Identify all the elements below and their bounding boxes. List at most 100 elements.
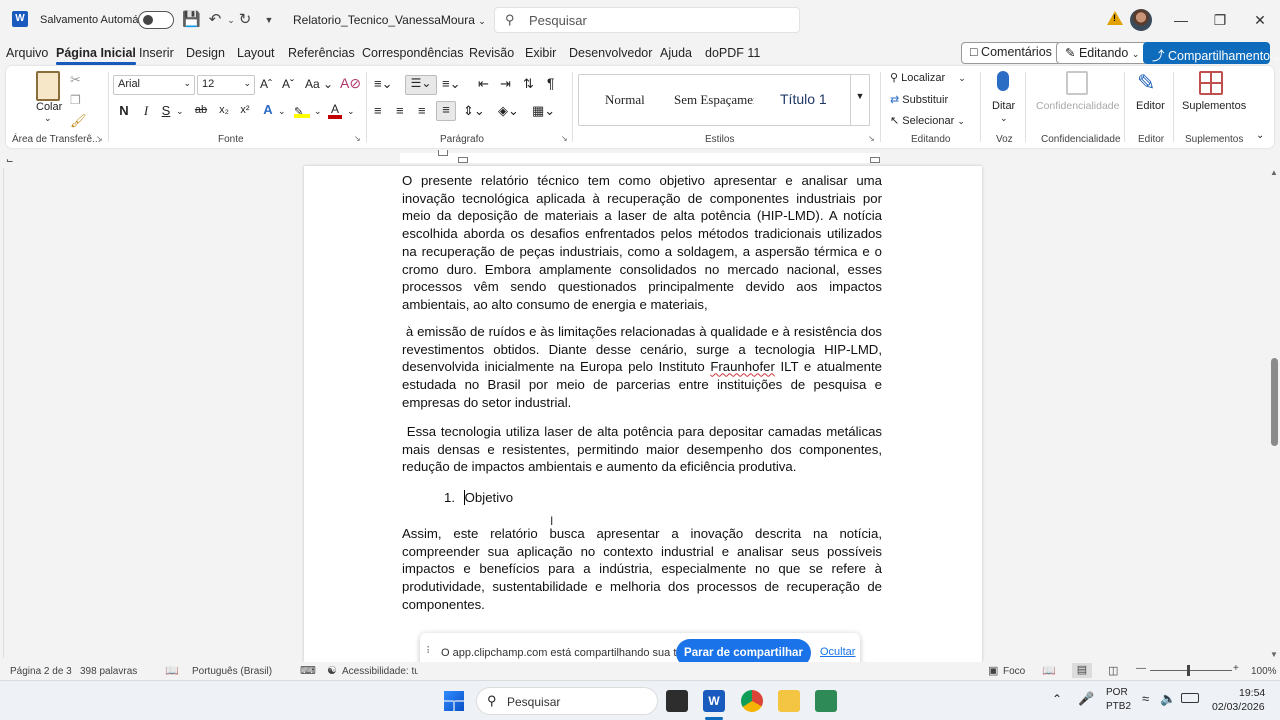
shrink-font-icon[interactable]: Aˇ: [282, 77, 294, 91]
paragraph-2[interactable]: à emissão de ruídos e às limitações rela…: [402, 323, 882, 412]
font-name-select[interactable]: Arial ⌄: [113, 75, 195, 95]
vertical-ruler[interactable]: [3, 168, 15, 658]
dictate-dropdown-icon[interactable]: ⌄: [1000, 113, 1008, 124]
input-language[interactable]: POR: [1106, 687, 1128, 698]
hide-link[interactable]: Ocultar: [820, 646, 855, 658]
autosave-toggle[interactable]: [138, 11, 174, 29]
style-normal[interactable]: Normal: [605, 92, 645, 108]
clipboard-launcher-icon[interactable]: ↘: [96, 134, 103, 143]
tab-layout[interactable]: Layout: [237, 46, 275, 60]
web-layout-icon[interactable]: ◫: [1108, 664, 1118, 677]
font-size-select[interactable]: 12 ⌄: [197, 75, 255, 95]
word-count[interactable]: 398 palavras: [80, 666, 137, 677]
shading-icon[interactable]: ◈⌄: [498, 103, 519, 119]
tab-correspondencias[interactable]: Correspondências: [362, 46, 463, 60]
clock-date[interactable]: 02/03/2026: [1212, 701, 1265, 713]
chrome-icon[interactable]: [741, 690, 763, 712]
paste-dropdown-icon[interactable]: ⌄: [44, 113, 52, 124]
underline-dropdown-icon[interactable]: ⌄: [176, 106, 184, 117]
microphone-tray-icon[interactable]: 🎤: [1078, 691, 1094, 707]
replace-button[interactable]: ⇄ Substituir: [890, 93, 948, 106]
keyboard-layout[interactable]: PTB2: [1106, 701, 1131, 712]
document-page[interactable]: O presente relatório técnico tem como ob…: [304, 166, 982, 662]
tab-exibir[interactable]: Exibir: [525, 46, 556, 60]
highlight-dropdown-icon[interactable]: ⌄: [314, 106, 322, 117]
accessibility-status[interactable]: Acessibilidade: tudo certo: [342, 666, 418, 677]
dictate-label[interactable]: Ditar: [992, 100, 1015, 112]
editing-mode-button[interactable]: ✎ Editando ⌄: [1056, 42, 1149, 64]
strikethrough-icon[interactable]: ab: [191, 104, 211, 116]
style-heading-1[interactable]: Título 1: [780, 91, 827, 107]
volume-icon[interactable]: 🔈: [1160, 691, 1176, 707]
bold-button[interactable]: N: [114, 103, 134, 118]
multilevel-list-icon[interactable]: ≡⌄: [442, 76, 460, 92]
tab-desenvolvedor[interactable]: Desenvolvedor: [569, 46, 652, 60]
addins-label[interactable]: Suplementos: [1182, 100, 1246, 112]
save-icon[interactable]: 💾: [182, 10, 201, 30]
align-left-icon[interactable]: ≡: [374, 103, 382, 118]
format-painter-icon[interactable]: 🖌: [70, 113, 87, 129]
redo-icon[interactable]: ↻: [236, 10, 254, 30]
zoom-slider-thumb[interactable]: [1187, 665, 1190, 676]
wifi-icon[interactable]: ≈: [1142, 691, 1149, 706]
collapse-ribbon-icon[interactable]: ⌄: [1256, 130, 1264, 141]
align-right-icon[interactable]: ≡: [418, 103, 426, 118]
predictions-icon[interactable]: ⌨: [300, 664, 316, 677]
task-view-icon[interactable]: [666, 690, 688, 712]
comments-button[interactable]: □ Comentários: [961, 42, 1061, 64]
show-marks-icon[interactable]: ¶: [547, 75, 555, 91]
right-indent-marker[interactable]: [870, 157, 880, 163]
cut-icon[interactable]: ✂: [70, 72, 81, 88]
subscript-icon[interactable]: x₂: [214, 104, 234, 116]
select-button[interactable]: ↖ Selecionar ⌄: [890, 114, 965, 127]
sort-icon[interactable]: ⇅: [523, 76, 534, 92]
borders-icon[interactable]: ▦⌄: [532, 103, 555, 119]
tab-revisao[interactable]: Revisão: [469, 46, 514, 60]
focus-mode-button[interactable]: Foco: [1003, 666, 1025, 677]
tab-ajuda[interactable]: Ajuda: [660, 46, 692, 60]
battery-icon[interactable]: [1181, 693, 1199, 703]
list-item[interactable]: 1. Objetivo: [444, 490, 514, 505]
tab-inserir[interactable]: Inserir: [139, 46, 174, 60]
tab-referencias[interactable]: Referências: [288, 46, 355, 60]
close-button[interactable]: ✕: [1245, 8, 1275, 32]
paragraph-launcher-icon[interactable]: ↘: [561, 134, 568, 143]
clear-formatting-icon[interactable]: A⊘: [340, 75, 361, 92]
paragraph-3[interactable]: Essa tecnologia utiliza laser de alta po…: [402, 423, 882, 476]
addins-icon[interactable]: [1199, 71, 1223, 95]
paste-label[interactable]: Colar: [36, 101, 62, 113]
word-taskbar-icon[interactable]: W: [703, 690, 725, 712]
paragraph-1[interactable]: O presente relatório técnico tem como ob…: [402, 172, 882, 314]
start-icon[interactable]: [444, 691, 464, 711]
font-color-icon[interactable]: A: [328, 102, 342, 119]
zoom-in-icon[interactable]: +: [1233, 663, 1239, 674]
text-effects-icon[interactable]: A: [258, 102, 278, 117]
tab-pagina-inicial[interactable]: Página Inicial: [56, 46, 136, 65]
zoom-level[interactable]: 100%: [1251, 666, 1277, 677]
superscript-icon[interactable]: x²: [235, 104, 255, 116]
hanging-indent-marker[interactable]: [458, 157, 468, 163]
styles-launcher-icon[interactable]: ↘: [868, 134, 875, 143]
align-center-icon[interactable]: ≡: [396, 103, 404, 118]
scrollbar-thumb[interactable]: [1271, 358, 1278, 446]
paste-icon[interactable]: [36, 71, 60, 101]
font-launcher-icon[interactable]: ↘: [354, 134, 361, 143]
underline-button[interactable]: S: [156, 103, 176, 118]
print-layout-icon[interactable]: ▤: [1072, 663, 1092, 678]
zoom-out-icon[interactable]: —: [1136, 663, 1146, 674]
minimize-button[interactable]: —: [1166, 8, 1196, 32]
change-case-icon[interactable]: Aa ⌄: [305, 77, 333, 91]
grow-font-icon[interactable]: Aˆ: [260, 77, 272, 91]
first-line-indent-marker[interactable]: [438, 150, 448, 156]
italic-button[interactable]: I: [136, 103, 156, 119]
file-explorer-icon[interactable]: [778, 690, 800, 712]
zoom-slider[interactable]: [1150, 670, 1232, 671]
tab-selector[interactable]: ⌙: [6, 155, 14, 166]
document-title[interactable]: Relatorio_Tecnico_VanessaMoura ⌄: [293, 13, 486, 27]
tab-arquivo[interactable]: Arquivo: [6, 46, 48, 60]
copy-icon[interactable]: ❐: [70, 93, 81, 107]
language[interactable]: Português (Brasil): [192, 666, 272, 677]
clock-time[interactable]: 19:54: [1239, 687, 1265, 699]
editor-label[interactable]: Editor: [1136, 100, 1165, 112]
scroll-down-icon[interactable]: ▼: [1270, 650, 1278, 659]
